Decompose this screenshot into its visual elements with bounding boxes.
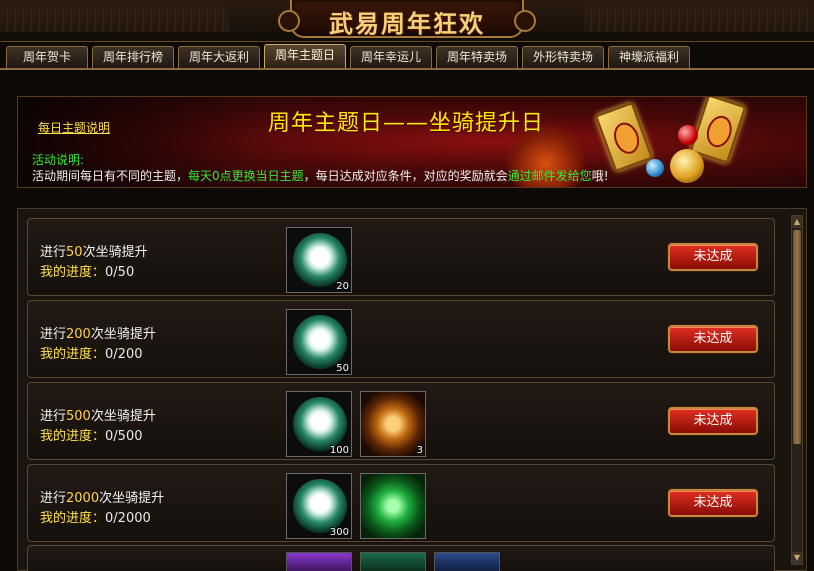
saddle-icon (293, 233, 347, 287)
scroll-thumb[interactable] (793, 230, 801, 444)
task-title: 进行50次坐骑提升 (40, 245, 148, 260)
tab-anniversary-theme-day[interactable]: 周年主题日 (264, 44, 346, 68)
tab-anniversary-card[interactable]: 周年贺卡 (6, 46, 88, 68)
reward-slot[interactable]: 100 (286, 391, 352, 457)
tab-appearance-sale[interactable]: 外形特卖场 (522, 46, 604, 68)
reward-quantity: 3 (416, 445, 423, 456)
task-row: 进行50次坐骑提升 我的进度：0/50 20 未达成 (27, 218, 775, 296)
tab-divider (0, 68, 814, 70)
reward-quantity: 100 (329, 445, 349, 456)
window-title: 武易周年狂欢 (329, 9, 485, 38)
title-bar: 武易周年狂欢 (0, 0, 814, 42)
scroll-down-arrow-icon[interactable]: ▼ (792, 552, 802, 564)
tab-anniversary-lucky[interactable]: 周年幸运儿 (350, 46, 432, 68)
saddle-icon (293, 315, 347, 369)
blue-gem-icon (646, 159, 664, 177)
tab-anniversary-ranking[interactable]: 周年排行榜 (92, 46, 174, 68)
tab-anniversary-rebate[interactable]: 周年大返利 (178, 46, 260, 68)
event-banner: 周年主题日——坐骑提升日 每日主题说明 活动说明: 活动期间每日有不同的主题，每… (17, 96, 807, 188)
saddle-icon (293, 479, 347, 533)
task-title: 进行2000次坐骑提升 (40, 491, 165, 506)
tab-bar: 周年贺卡 周年排行榜 周年大返利 周年主题日 周年幸运儿 周年特卖场 外形特卖场… (6, 44, 690, 68)
gift-box-icon (361, 474, 425, 538)
reward-quantity: 50 (336, 363, 349, 374)
task-title: 进行200次坐骑提升 (40, 327, 156, 342)
description-label: 活动说明: (32, 153, 85, 167)
task-progress: 我的进度：0/2000 (40, 511, 151, 526)
task-row: 进行2000次坐骑提升 我的进度：0/2000 300 未达成 (27, 464, 775, 542)
title-decoration-left (0, 6, 230, 32)
title-decoration-right (584, 6, 814, 32)
reward-slot[interactable]: 20 (286, 227, 352, 293)
task-progress: 我的进度：0/500 (40, 429, 143, 444)
status-button[interactable]: 未达成 (668, 407, 758, 435)
scrollbar[interactable]: ▲ ▼ (791, 215, 803, 565)
task-title: 进行500次坐骑提升 (40, 409, 156, 424)
banner-title: 周年主题日——坐骑提升日 (268, 111, 545, 136)
stone-icon (361, 392, 425, 456)
reward-quantity: 20 (336, 281, 349, 292)
reward-quantity: 300 (329, 527, 349, 538)
reward-slot[interactable]: 3 (360, 391, 426, 457)
reward-slot[interactable] (286, 552, 352, 571)
theme-help-link[interactable]: 每日主题说明 (38, 119, 110, 136)
task-progress: 我的进度：0/50 (40, 265, 135, 280)
gold-gem-icon (670, 149, 704, 183)
reward-slot[interactable] (360, 552, 426, 571)
reward-slot[interactable] (434, 552, 500, 571)
task-row (27, 545, 775, 571)
task-progress: 我的进度：0/200 (40, 347, 143, 362)
scroll-up-arrow-icon[interactable]: ▲ (792, 216, 802, 228)
task-row: 进行500次坐骑提升 我的进度：0/500 100 3 未达成 (27, 382, 775, 460)
description-text: 活动期间每日有不同的主题，每天0点更换当日主题，每日达成对应条件，对应的奖励就会… (32, 169, 609, 183)
task-row: 进行200次坐骑提升 我的进度：0/200 50 未达成 (27, 300, 775, 378)
card-icon (594, 101, 654, 173)
reward-slot[interactable]: 300 (286, 473, 352, 539)
title-plate: 武易周年狂欢 (278, 0, 536, 38)
status-button[interactable]: 未达成 (668, 325, 758, 353)
tab-anniversary-sale[interactable]: 周年特卖场 (436, 46, 518, 68)
tab-vip-welfare[interactable]: 神壕派福利 (608, 46, 690, 68)
status-button[interactable]: 未达成 (668, 489, 758, 517)
reward-slot[interactable] (360, 473, 426, 539)
status-button[interactable]: 未达成 (668, 243, 758, 271)
saddle-icon (293, 397, 347, 451)
task-list: 进行50次坐骑提升 我的进度：0/50 20 未达成 进行200次坐骑提升 我的… (17, 208, 807, 571)
red-gem-icon (678, 125, 698, 145)
reward-slot[interactable]: 50 (286, 309, 352, 375)
